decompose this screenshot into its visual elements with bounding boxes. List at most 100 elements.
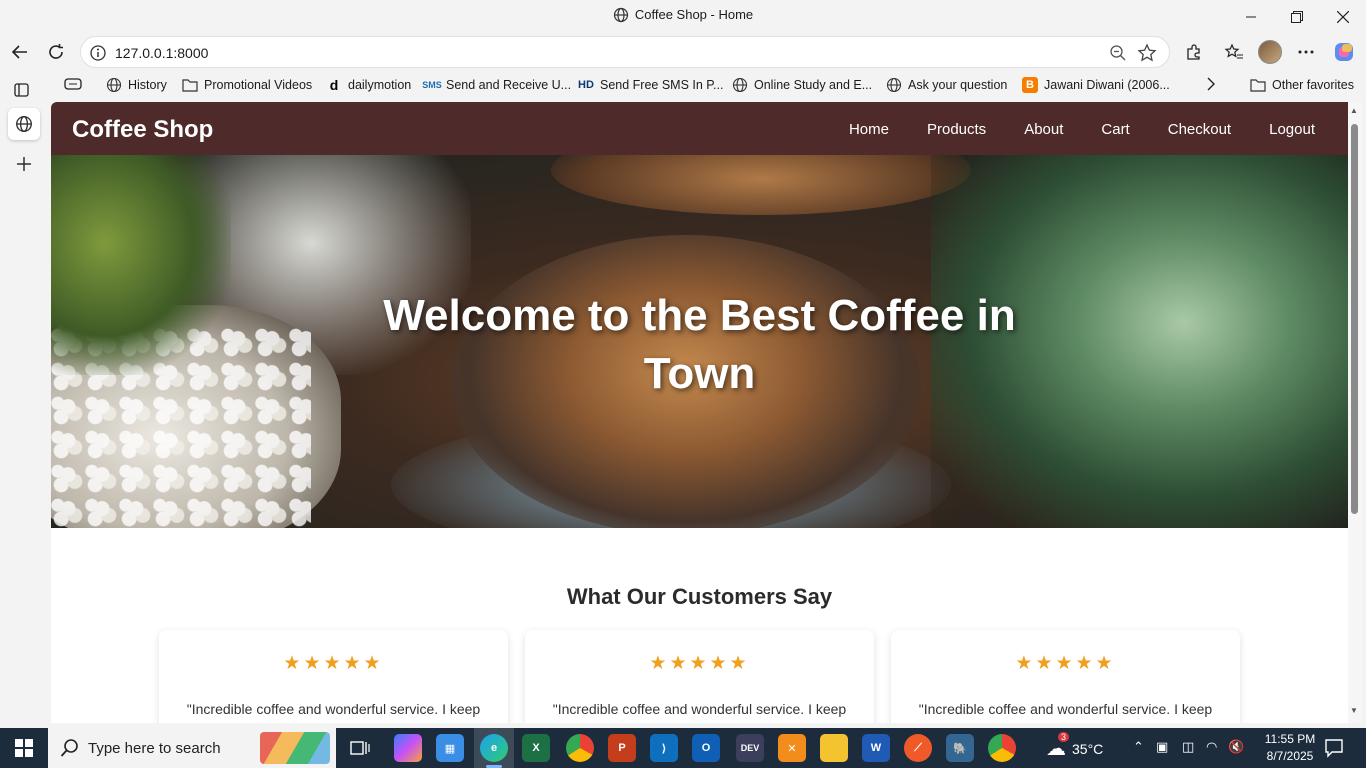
settings-menu-button[interactable] <box>1290 36 1322 68</box>
globe-icon <box>886 77 902 93</box>
favorites-button[interactable] <box>1218 36 1250 68</box>
favorite-label: dailymotion <box>348 78 412 92</box>
show-hidden-icons-chevron-icon[interactable]: ⌃ <box>1133 739 1144 755</box>
hero-banner: Welcome to the Best Coffee in Town <box>51 155 1348 528</box>
extensions-button[interactable] <box>1178 36 1210 68</box>
star-rating: ★★★★★ <box>649 653 750 674</box>
volume-muted-icon[interactable]: 🔇 <box>1228 739 1244 755</box>
tab-actions-button[interactable] <box>6 74 38 106</box>
scroll-thumb[interactable] <box>1351 124 1358 514</box>
reading-view-button[interactable] <box>64 77 82 91</box>
zoom-out-icon[interactable] <box>1109 44 1127 62</box>
testimonial-quote: "Incredible coffee and wonderful service… <box>918 701 1213 723</box>
clock-time: 11:55 PM <box>1264 732 1316 746</box>
favorite-send-free-sms[interactable]: HD Send Free SMS In P... <box>578 77 723 93</box>
taskbar-excel[interactable]: X <box>522 734 550 762</box>
taskbar-store[interactable]: ▦ <box>436 734 464 762</box>
page-scrollbar[interactable]: ▲ ▼ <box>1348 102 1362 723</box>
back-button[interactable] <box>4 36 36 68</box>
powerpoint-icon: P <box>618 742 626 754</box>
taskbar-xampp[interactable]: ✕ <box>778 734 806 762</box>
copilot-button[interactable] <box>1328 36 1360 68</box>
taskbar-chrome-profile[interactable] <box>988 734 1016 762</box>
outlook-icon: O <box>701 742 711 754</box>
task-view-button[interactable] <box>346 734 374 762</box>
nav-link-checkout[interactable]: Checkout <box>1168 121 1231 138</box>
close-icon <box>1337 10 1349 23</box>
immersive-reader-icon <box>64 78 82 90</box>
nav-link-logout[interactable]: Logout <box>1269 121 1315 138</box>
hero-heading-line2: Town <box>643 349 756 398</box>
xampp-icon: ✕ <box>787 742 797 755</box>
clock-date: 8/7/2025 <box>1266 749 1314 763</box>
testimonials-title: What Our Customers Say <box>566 584 833 609</box>
new-tab-button[interactable] <box>8 148 40 180</box>
testimonials-section: What Our Customers Say ★★★★★ "Incredible… <box>51 528 1348 723</box>
hero-heading: Welcome to the Best Coffee in Town <box>51 287 1348 403</box>
taskbar-search-box[interactable]: Type here to search <box>48 728 336 768</box>
favorite-jawani-diwani[interactable]: B Jawani Diwani (2006... <box>1022 77 1170 93</box>
favorite-history[interactable]: History <box>106 77 167 93</box>
taskbar-file-explorer[interactable] <box>820 734 848 762</box>
taskbar-chrome[interactable] <box>566 734 594 762</box>
start-button[interactable] <box>0 728 48 768</box>
scroll-down-arrow-icon[interactable]: ▼ <box>1350 706 1358 715</box>
other-favorites[interactable]: Other favorites <box>1250 77 1354 93</box>
taskbar-word[interactable]: W <box>862 734 890 762</box>
taskbar-vscode[interactable]: ⟩ <box>650 734 678 762</box>
taskbar-clock[interactable]: 11:55 PM 8/7/2025 <box>1258 731 1322 765</box>
favorites-list-icon <box>1224 43 1243 59</box>
site-menu: Home Products About Cart Checkout Logout <box>849 121 1315 138</box>
hd-icon: HD <box>578 79 594 91</box>
taskbar-edge[interactable]: e <box>480 734 508 762</box>
postgres-icon: 🐘 <box>953 742 967 755</box>
minimize-button[interactable] <box>1228 0 1274 33</box>
address-bar[interactable]: 127.0.0.1:8000 <box>80 36 1170 68</box>
weather-widget[interactable]: ☁ 3 35°C <box>1046 732 1103 761</box>
favorite-send-receive[interactable]: SMS Send and Receive U... <box>422 77 571 93</box>
close-window-button[interactable] <box>1320 0 1366 33</box>
site-brand[interactable]: Coffee Shop <box>72 116 213 144</box>
favorites-bar: History Promotional Videos d dailymotion… <box>40 70 1366 102</box>
restore-button[interactable] <box>1274 0 1320 33</box>
testimonial-card: ★★★★★ "Incredible coffee and wonderful s… <box>891 630 1240 723</box>
refresh-button[interactable] <box>40 36 72 68</box>
taskbar-pgadmin[interactable]: 🐘 <box>946 734 974 762</box>
taskbar-outlook[interactable]: O <box>692 734 720 762</box>
nav-link-products[interactable]: Products <box>927 121 986 138</box>
globe-icon <box>613 7 628 23</box>
favorite-promotional-videos[interactable]: Promotional Videos <box>182 77 312 93</box>
store-icon: ▦ <box>444 742 456 755</box>
favorite-ask-question[interactable]: Ask your question <box>886 77 1007 93</box>
globe-icon <box>106 77 122 93</box>
task-view-icon <box>350 741 370 755</box>
favorites-overflow-button[interactable] <box>1206 77 1216 91</box>
url-text[interactable]: 127.0.0.1:8000 <box>115 45 208 61</box>
taskbar-powerpoint[interactable]: P <box>608 734 636 762</box>
nav-link-cart[interactable]: Cart <box>1101 121 1129 138</box>
tab-coffee-shop[interactable] <box>8 108 40 140</box>
blogger-icon: B <box>1022 77 1038 93</box>
notification-icon[interactable] <box>1322 736 1346 760</box>
favorite-star-icon[interactable] <box>1137 43 1157 63</box>
nav-link-about[interactable]: About <box>1024 121 1063 138</box>
windows-logo-icon <box>15 739 33 757</box>
taskbar-copilot[interactable] <box>394 734 422 762</box>
profile-avatar[interactable] <box>1258 40 1282 64</box>
tray-meet-icon[interactable]: ◫ <box>1182 739 1194 755</box>
tray-app-icon[interactable]: ▣ <box>1156 739 1168 755</box>
wifi-icon[interactable]: ◠ <box>1206 739 1217 755</box>
testimonial-card: ★★★★★ "Incredible coffee and wonderful s… <box>525 630 874 723</box>
site-navbar: Coffee Shop Home Products About Cart Che… <box>51 102 1348 155</box>
taskbar-postman[interactable]: ⟋ <box>904 734 932 762</box>
window-title-text: Coffee Shop - Home <box>634 7 754 22</box>
restore-icon <box>1291 10 1303 23</box>
taskbar-devcpp[interactable]: DEV <box>736 734 764 762</box>
testimonial-quote: "Incredible coffee and wonderful service… <box>186 701 481 723</box>
favorite-dailymotion[interactable]: d dailymotion <box>326 77 412 93</box>
nav-link-home[interactable]: Home <box>849 121 889 138</box>
vscode-icon: ⟩ <box>661 742 667 755</box>
site-info-icon[interactable] <box>89 44 107 62</box>
scroll-up-arrow-icon[interactable]: ▲ <box>1350 106 1358 115</box>
favorite-online-study[interactable]: Online Study and E... <box>732 77 872 93</box>
